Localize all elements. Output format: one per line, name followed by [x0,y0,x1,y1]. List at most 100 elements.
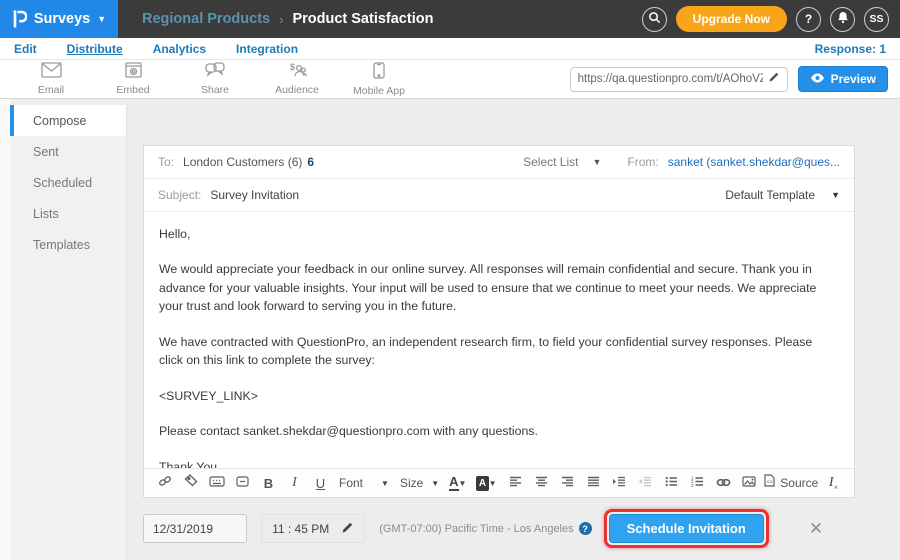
survey-tabs: Edit Distribute Analytics Integration Re… [0,38,900,60]
background-color-button[interactable]: A ▼ [476,473,496,493]
avatar-initials: SS [869,13,883,25]
increase-indent-icon [612,474,626,492]
upgrade-now-button[interactable]: Upgrade Now [676,6,787,32]
sidebar-item-templates[interactable]: Templates [10,229,126,260]
image-icon [742,474,756,492]
search-button[interactable] [642,7,667,32]
eye-icon [810,72,825,86]
font-dropdown-label: Font [339,476,363,490]
channel-label: Email [38,84,64,96]
preview-button[interactable]: Preview [798,66,888,92]
italic-button[interactable]: I [287,473,302,493]
select-list-dropdown[interactable]: Select List ▼ [523,155,601,169]
source-label: Source [780,476,818,490]
subject-row: Subject: Survey Invitation Default Templ… [144,179,854,212]
channel-label: Embed [116,84,149,96]
tab-distribute[interactable]: Distribute [67,42,123,56]
tab-analytics[interactable]: Analytics [153,42,206,56]
tag-button[interactable] [183,473,198,493]
product-menu-label: Surveys [34,11,90,27]
justify-button[interactable] [586,473,601,493]
help-button[interactable]: ? [796,7,821,32]
svg-text:<>: <> [767,479,773,485]
tab-edit[interactable]: Edit [14,42,37,56]
chevron-down-icon: ▼ [489,479,497,488]
schedule-date-value: 12/31/2019 [153,522,213,536]
avatar[interactable]: SS [864,7,889,32]
sidebar-item-compose[interactable]: Compose [10,105,126,136]
keyboard-button[interactable] [209,473,224,493]
calendar-icon [223,520,237,537]
remove-format-button[interactable]: I× [826,473,841,493]
align-left-button[interactable] [508,473,523,493]
align-left-icon [509,474,522,492]
response-count[interactable]: Response: 1 [815,42,886,56]
sidebar-item-lists[interactable]: Lists [10,198,126,229]
mobile-phone-icon [373,62,385,84]
timezone-text: (GMT-07:00) Pacific Time - Los Angeles [379,523,573,535]
underline-button[interactable]: U [313,473,328,493]
chevron-down-icon: ▼ [381,479,389,488]
decrease-indent-button[interactable] [638,473,653,493]
source-button[interactable]: <> Source [768,473,815,493]
schedule-time-field[interactable]: 11 : 45 PM [261,514,365,543]
insert-variable-link-button[interactable] [157,473,172,493]
channel-audience[interactable]: $ Audience [268,62,326,96]
bulleted-list-icon [665,474,678,492]
recipient-count[interactable]: 6 [307,155,314,169]
edit-pencil-icon[interactable] [768,70,780,88]
schedule-invitation-button[interactable]: Schedule Invitation [609,514,764,543]
close-icon[interactable]: ✕ [809,519,823,539]
insert-image-button[interactable] [742,473,757,493]
channel-mobile-app[interactable]: Mobile App [350,62,408,97]
numbered-list-button[interactable]: 1 2 3 [690,473,705,493]
distribute-toolbar: Email Embed [0,60,900,99]
subject-label: Subject: [158,188,201,202]
embed-icon [125,62,142,83]
align-center-button[interactable] [534,473,549,493]
align-right-button[interactable] [560,473,575,493]
numbered-list-icon: 1 2 3 [691,474,704,492]
survey-url-field[interactable]: https://qa.questionpro.com/t/AOhoVZfqml [570,67,788,92]
channel-share[interactable]: Share [186,62,244,96]
tag-icon [184,474,198,492]
bulleted-list-button[interactable] [664,473,679,493]
text-color-button[interactable]: A ▼ [450,473,465,493]
button-insert-button[interactable] [235,473,250,493]
question-mark-icon: ? [805,12,812,26]
questionpro-app: Surveys ▼ Regional Products › Product Sa… [0,0,900,560]
from-group: From: sanket (sanket.shekdar@ques... [627,155,840,169]
sidebar-item-scheduled[interactable]: Scheduled [10,167,126,198]
email-icon [41,62,62,83]
to-recipients[interactable]: London Customers (6) [183,155,302,169]
timezone-help-icon[interactable]: ? [579,522,592,535]
size-dropdown[interactable]: Size ▼ [400,476,439,490]
email-body-editor[interactable]: Hello, We would appreciate your feedback… [144,212,854,468]
schedule-date-field[interactable]: 12/31/2019 [143,514,247,543]
keyboard-icon [209,474,225,492]
surveys-product-menu[interactable]: Surveys ▼ [0,0,118,38]
sidebar-item-sent[interactable]: Sent [10,136,126,167]
channel-list: Email Embed [0,62,408,97]
breadcrumb-parent[interactable]: Regional Products [142,11,270,27]
survey-url-text: https://qa.questionpro.com/t/AOhoVZfqml [578,73,763,85]
channel-email[interactable]: Email [22,62,80,96]
subject-input[interactable]: Survey Invitation [210,188,299,202]
justify-icon [587,474,600,492]
notifications-button[interactable] [830,7,855,32]
tab-integration[interactable]: Integration [236,42,298,56]
bold-button[interactable]: B [261,473,276,493]
increase-indent-button[interactable] [612,473,627,493]
align-right-icon [561,474,574,492]
font-dropdown[interactable]: Font ▼ [339,476,389,490]
svg-text:3: 3 [691,483,694,487]
insert-link-button[interactable] [716,473,731,493]
search-icon [648,11,661,27]
channel-embed[interactable]: Embed [104,62,162,96]
from-sender[interactable]: sanket (sanket.shekdar@ques... [668,155,840,169]
template-dropdown[interactable]: Default Template ▼ [725,188,840,202]
compose-sidebar: Compose Sent Scheduled Lists Templates [10,105,127,560]
survey-link-area: https://qa.questionpro.com/t/AOhoVZfqml … [570,66,900,92]
chevron-down-icon: ▼ [592,157,601,167]
source-doc-icon: <> [764,474,775,492]
